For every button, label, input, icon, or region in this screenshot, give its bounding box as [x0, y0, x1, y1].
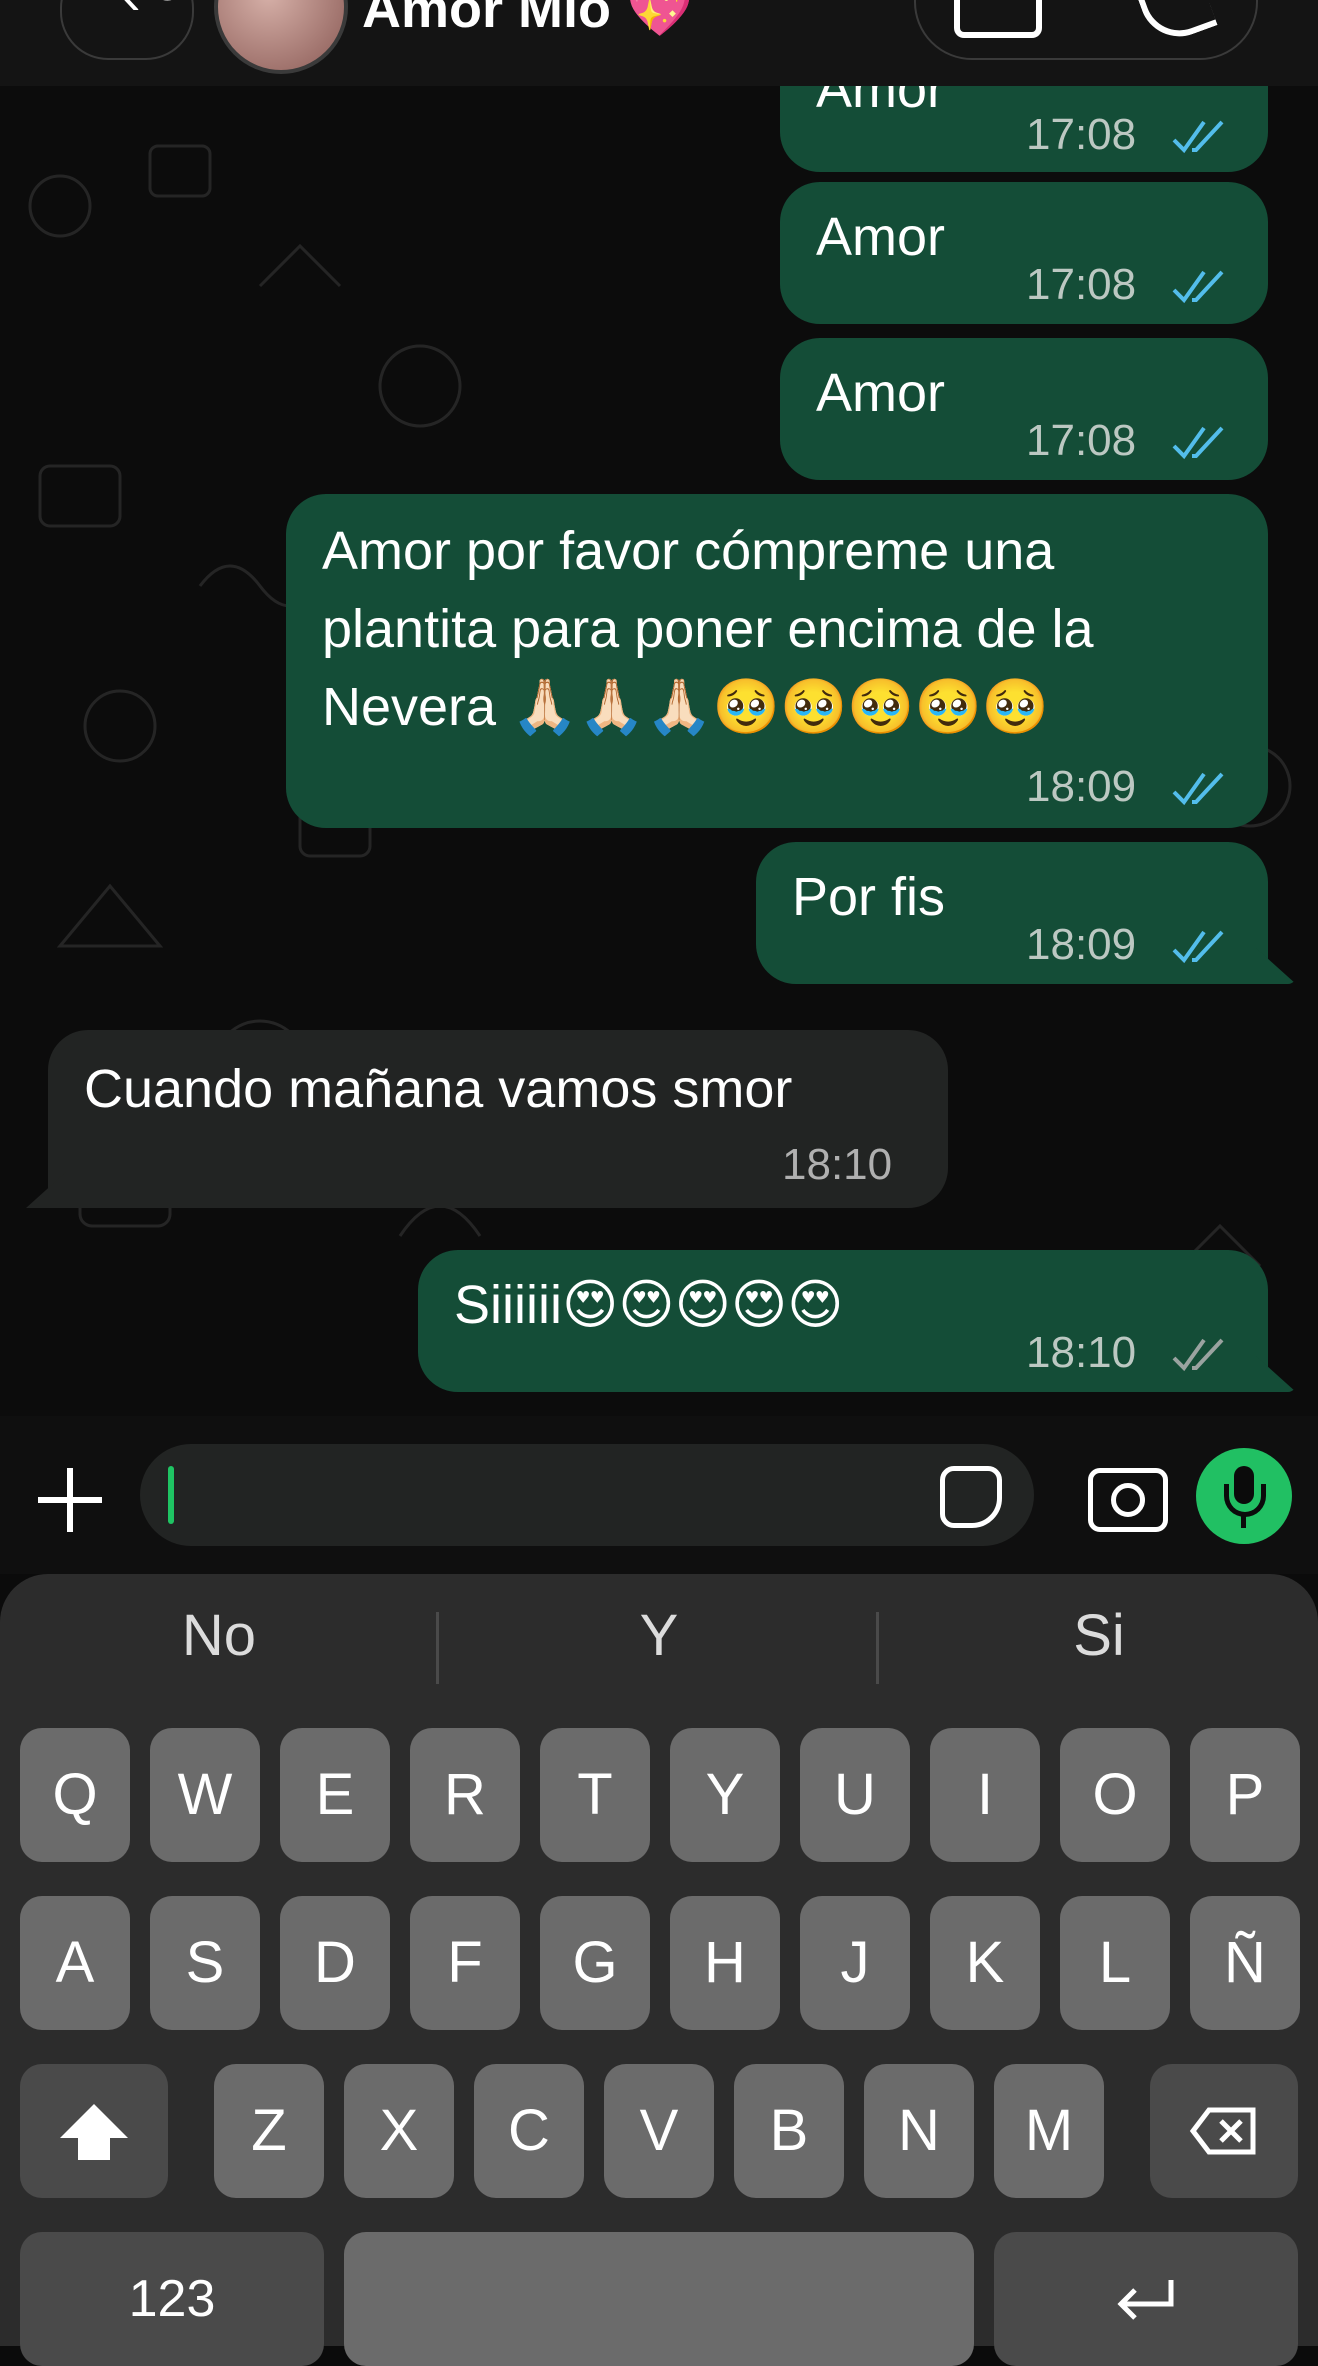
- message-text: Cuando mañana vamos smor: [84, 1059, 793, 1119]
- microphone-icon-arc: [1224, 1484, 1266, 1517]
- voice-call-icon[interactable]: [1136, 0, 1218, 48]
- contact-name[interactable]: Amor Mío 💖: [362, 0, 693, 41]
- key-e[interactable]: E: [280, 1728, 390, 1862]
- message-bubble-outgoing[interactable]: Por fis 18:09: [756, 842, 1296, 984]
- message-bubble-outgoing[interactable]: Amor 17:08: [780, 182, 1268, 324]
- message-time: 17:08: [1026, 110, 1137, 159]
- message-time: 18:10: [1026, 1328, 1137, 1377]
- message-text-line: Nevera 🙏🏻🙏🏻🙏🏻🥹🥹🥹🥹🥹: [322, 677, 1049, 737]
- back-chevron-icon: ‹: [122, 0, 141, 27]
- key-q[interactable]: Q: [20, 1728, 130, 1862]
- message-text: Amor: [816, 207, 946, 267]
- key-ñ[interactable]: Ñ: [1190, 1896, 1300, 2030]
- double-check-icon: [1172, 930, 1224, 964]
- message-bubble-outgoing[interactable]: Amor 17:08: [780, 338, 1268, 480]
- message-time: 18:10: [782, 1140, 893, 1189]
- key-x[interactable]: X: [344, 2064, 454, 2198]
- double-check-icon: [1172, 772, 1224, 806]
- message-text: Amor: [816, 86, 946, 119]
- plus-icon[interactable]: [38, 1468, 102, 1532]
- return-icon: [1117, 2280, 1174, 2320]
- microphone-icon-stem: [1241, 1516, 1246, 1528]
- suggestion-divider: [876, 1612, 879, 1684]
- key-g[interactable]: G: [540, 1896, 650, 2030]
- key-n[interactable]: N: [864, 2064, 974, 2198]
- microphone-button[interactable]: [1196, 1448, 1292, 1544]
- video-call-icon[interactable]: [954, 0, 1042, 38]
- key-h[interactable]: H: [670, 1896, 780, 2030]
- message-bubble-outgoing[interactable]: Siiiiii😍😍😍😍😍 18:10: [418, 1250, 1296, 1392]
- message-text: Por fis: [792, 867, 946, 927]
- suggestion-3[interactable]: Si: [880, 1602, 1318, 1669]
- message-bubble-outgoing[interactable]: Amor 17:08: [780, 86, 1268, 172]
- contact-avatar[interactable]: [214, 0, 348, 74]
- shift-key[interactable]: [20, 2064, 168, 2198]
- backspace-icon: [1189, 2107, 1256, 2155]
- message-time: 18:09: [1026, 920, 1137, 969]
- key-u[interactable]: U: [800, 1728, 910, 1862]
- key-d[interactable]: D: [280, 1896, 390, 2030]
- shift-icon: [60, 2104, 128, 2138]
- message-time: 17:08: [1026, 416, 1137, 465]
- double-check-icon: [1172, 270, 1224, 304]
- message-text: Amor: [816, 363, 946, 423]
- key-m[interactable]: M: [994, 2064, 1104, 2198]
- key-w[interactable]: W: [150, 1728, 260, 1862]
- key-j[interactable]: J: [800, 1896, 910, 2030]
- message-input-bar: [0, 1416, 1318, 1574]
- key-i[interactable]: I: [930, 1728, 1040, 1862]
- backspace-key[interactable]: [1150, 2064, 1298, 2198]
- key-l[interactable]: L: [1060, 1896, 1170, 2030]
- suggestion-1[interactable]: No: [0, 1602, 438, 1669]
- suggestion-divider: [436, 1612, 439, 1684]
- message-text: Siiiiii😍😍😍😍😍: [454, 1275, 844, 1335]
- double-check-icon: [1172, 120, 1224, 154]
- key-s[interactable]: S: [150, 1896, 260, 2030]
- unread-count: 5: [154, 0, 182, 12]
- message-input[interactable]: [140, 1444, 1034, 1546]
- key-t[interactable]: T: [540, 1728, 650, 1862]
- key-z[interactable]: Z: [214, 2064, 324, 2198]
- camera-icon[interactable]: [1088, 1468, 1168, 1532]
- key-y[interactable]: Y: [670, 1728, 780, 1862]
- message-bubble-incoming[interactable]: Cuando mañana vamos smor 18:10: [26, 1030, 948, 1208]
- chat-messages[interactable]: Amor 17:08 Amor 17:08 Amor 17:08 Amor po…: [0, 86, 1318, 1416]
- message-text-line: Amor por favor cómpreme una: [322, 521, 1055, 581]
- sticker-icon[interactable]: [940, 1466, 1002, 1528]
- key-b[interactable]: B: [734, 2064, 844, 2198]
- message-time: 17:08: [1026, 260, 1137, 309]
- key-v[interactable]: V: [604, 2064, 714, 2198]
- key-p[interactable]: P: [1190, 1728, 1300, 1862]
- shift-icon-stem: [78, 2138, 110, 2160]
- message-time: 18:09: [1026, 762, 1137, 811]
- back-button[interactable]: ‹ 5: [60, 0, 194, 60]
- key-k[interactable]: K: [930, 1896, 1040, 2030]
- suggestion-2[interactable]: Y: [440, 1602, 878, 1669]
- text-caret: [168, 1466, 174, 1524]
- double-check-icon: [1172, 1338, 1224, 1372]
- double-check-icon: [1172, 426, 1224, 460]
- message-bubble-outgoing[interactable]: Amor por favor cómpreme una plantita par…: [286, 494, 1268, 828]
- key-f[interactable]: F: [410, 1896, 520, 2030]
- call-buttons-group: [914, 0, 1258, 60]
- chat-header: ‹ 5 Amor Mío 💖: [0, 0, 1318, 86]
- key-a[interactable]: A: [20, 1896, 130, 2030]
- message-text-line: plantita para poner encima de la: [322, 599, 1094, 659]
- key-c[interactable]: C: [474, 2064, 584, 2198]
- keyboard: No Y Si QWERTYUIOP ASDFGHJKLÑ ZXCVBNM 12…: [0, 1574, 1318, 2366]
- key-r[interactable]: R: [410, 1728, 520, 1862]
- key-o[interactable]: O: [1060, 1728, 1170, 1862]
